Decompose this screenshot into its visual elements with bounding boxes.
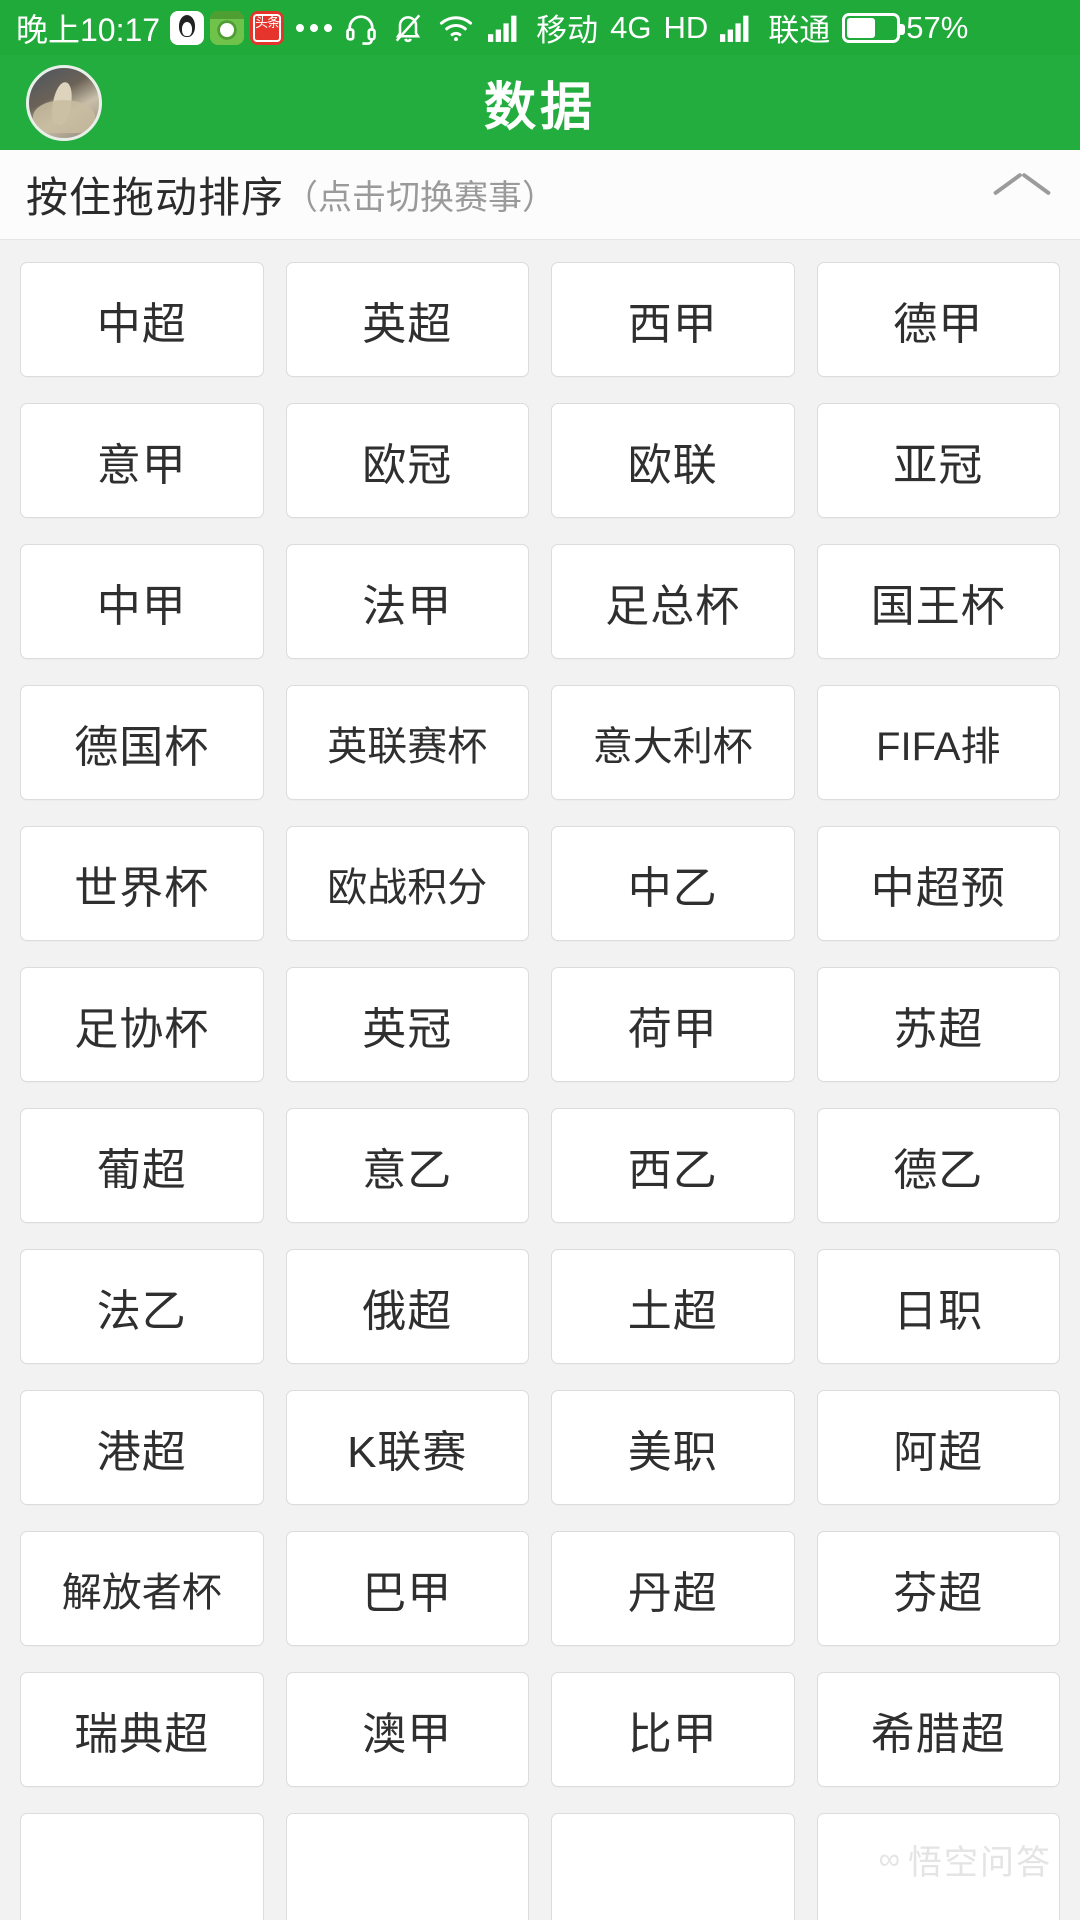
carrier-name-secondary: 联通	[768, 13, 831, 48]
signal-bars-icon-secondary	[720, 13, 754, 43]
league-tile[interactable]: 解放者杯	[20, 1531, 264, 1646]
league-tile[interactable]: 中超	[20, 262, 264, 377]
league-tile[interactable]: 中甲	[20, 544, 264, 659]
league-tile[interactable]: 希腊超	[816, 1672, 1060, 1787]
league-tile[interactable]: 德国杯	[20, 685, 264, 800]
league-tile[interactable]	[551, 1813, 795, 1920]
league-tile[interactable]: 芬超	[816, 1531, 1060, 1646]
signal-bars-icon	[488, 13, 522, 43]
league-tile[interactable]	[285, 1813, 529, 1920]
league-tile[interactable]: 巴甲	[285, 1531, 529, 1646]
league-tile[interactable]: 苏超	[816, 967, 1060, 1082]
league-tile[interactable]: 澳甲	[285, 1672, 529, 1787]
sort-hint-bar[interactable]: 按住拖动排序 （点击切换赛事）	[0, 150, 1080, 240]
league-tile[interactable]: 丹超	[551, 1531, 795, 1646]
league-tile[interactable]: K联赛	[285, 1390, 529, 1505]
league-tile[interactable]: 俄超	[285, 1249, 529, 1364]
league-tile[interactable]	[816, 1813, 1060, 1920]
toutiao-icon	[250, 10, 285, 45]
league-tile[interactable]: 比甲	[551, 1672, 795, 1787]
league-tile[interactable]: 世界杯	[20, 826, 264, 941]
football-app-icon	[210, 10, 245, 45]
league-tile[interactable]: 荷甲	[551, 967, 795, 1082]
app-header: 数据	[0, 55, 1080, 150]
league-tile[interactable]: 美职	[551, 1390, 795, 1505]
league-tile[interactable]: 足总杯	[551, 544, 795, 659]
battery-icon	[842, 12, 906, 43]
league-tile[interactable]: 西甲	[551, 262, 795, 377]
carrier-name-primary: 移动	[536, 13, 599, 48]
league-tile[interactable]: 欧战积分	[285, 826, 529, 941]
league-tile[interactable]: 西乙	[551, 1108, 795, 1223]
overflow-dots-icon	[296, 23, 333, 32]
league-grid: 中超 英超 西甲 德甲意甲 欧冠 欧联 亚冠中甲 法甲 足总杯 国王杯德国杯 英联赛杯 意大利杯 FIF…	[20, 262, 1060, 1920]
volte-hd-label: HD	[663, 9, 709, 45]
league-tile[interactable]: 土超	[551, 1249, 795, 1364]
avatar[interactable]	[26, 64, 102, 141]
league-tile[interactable]: 亚冠	[816, 403, 1060, 518]
league-tile[interactable]: 国王杯	[816, 544, 1060, 659]
league-tile[interactable]: 足协杯	[20, 967, 264, 1082]
wifi-icon	[438, 13, 474, 43]
league-tile[interactable]: 葡超	[20, 1108, 264, 1223]
league-tile[interactable]: 英超	[285, 262, 529, 377]
league-tile[interactable]: 德乙	[816, 1108, 1060, 1223]
league-tile[interactable]: 法乙	[20, 1249, 264, 1364]
league-tile[interactable]: 英冠	[285, 967, 529, 1082]
headset-icon	[344, 11, 378, 45]
league-tile[interactable]: 欧联	[551, 403, 795, 518]
battery-percent: 57%	[906, 9, 969, 45]
league-grid-container: 中超 英超 西甲 德甲意甲 欧冠 欧联 亚冠中甲 法甲 足总杯 国王杯德国杯 英联赛杯 意大利杯 FIF…	[0, 240, 1080, 1920]
bell-muted-icon	[392, 11, 424, 45]
sort-hint-label: 按住拖动排序	[26, 174, 285, 221]
league-tile[interactable]: 法甲	[285, 544, 529, 659]
chevron-up-icon[interactable]	[994, 178, 1050, 212]
league-tile[interactable]: 阿超	[816, 1390, 1060, 1505]
league-tile[interactable]: 中超预	[816, 826, 1060, 941]
page-title: 数据	[483, 79, 596, 137]
league-tile[interactable]: 德甲	[816, 262, 1060, 377]
sort-hint-sublabel: （点击切换赛事）	[284, 179, 557, 217]
league-tile[interactable]: 港超	[20, 1390, 264, 1505]
status-bar: 晚上10:17 移动	[0, 0, 1080, 55]
league-tile[interactable]: 意乙	[285, 1108, 529, 1223]
league-tile[interactable]	[20, 1813, 264, 1920]
league-tile[interactable]: 瑞典超	[20, 1672, 264, 1787]
status-time: 晚上10:17	[16, 11, 161, 48]
network-type: 4G	[610, 9, 652, 45]
league-tile[interactable]: FIFA排	[816, 685, 1060, 800]
league-tile[interactable]: 意大利杯	[551, 685, 795, 800]
league-tile[interactable]: 欧冠	[285, 403, 529, 518]
league-tile[interactable]: 意甲	[20, 403, 264, 518]
league-tile[interactable]: 英联赛杯	[285, 685, 529, 800]
league-tile[interactable]: 日职	[816, 1249, 1060, 1364]
qq-icon	[170, 10, 205, 45]
league-tile[interactable]: 中乙	[551, 826, 795, 941]
